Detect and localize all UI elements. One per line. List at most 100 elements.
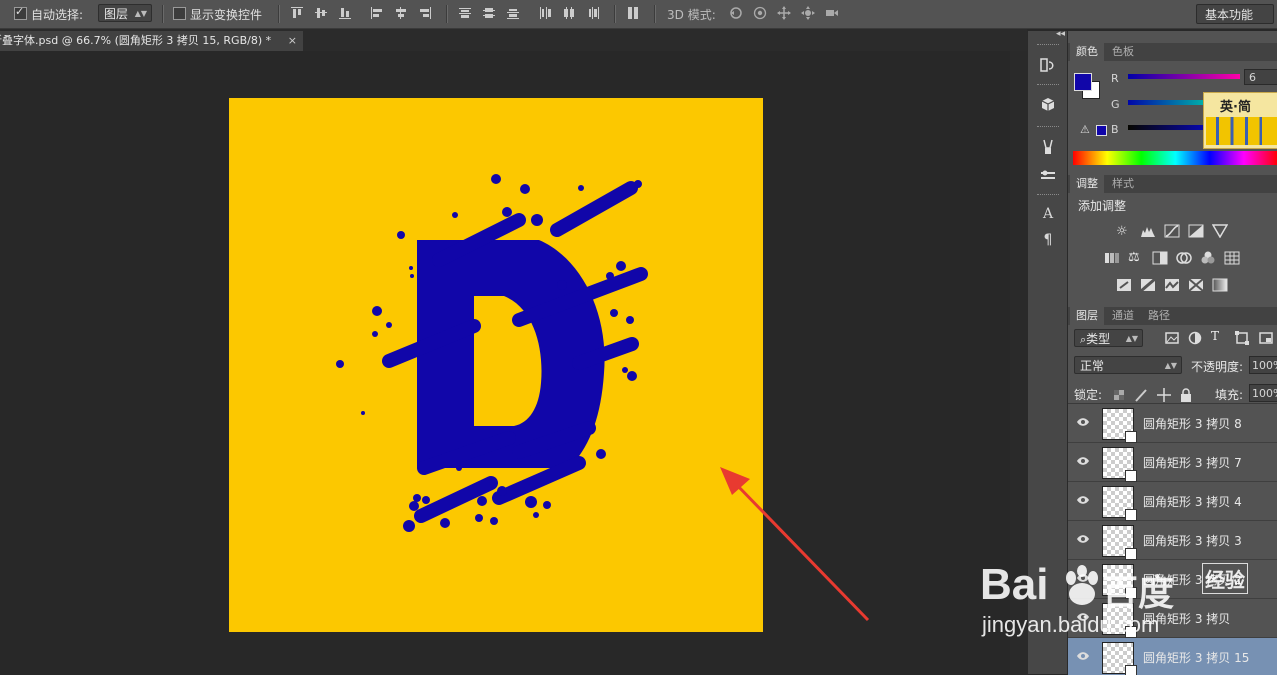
align-right-icon[interactable] xyxy=(418,6,432,20)
filter-adjustment-layers-icon[interactable] xyxy=(1187,331,1203,345)
character-icon[interactable]: A xyxy=(1039,206,1057,224)
filter-shape-layers-icon[interactable] xyxy=(1234,331,1250,345)
align-top-icon[interactable] xyxy=(290,6,304,20)
channel-mixer-icon[interactable] xyxy=(1200,251,1216,265)
auto-select-checkbox[interactable] xyxy=(14,5,27,20)
gradient-map-icon[interactable] xyxy=(1212,278,1228,292)
3d-cube-icon[interactable] xyxy=(1039,96,1057,114)
document-canvas[interactable] xyxy=(229,98,763,632)
opacity-input[interactable]: 100% xyxy=(1249,356,1277,374)
threshold-icon[interactable] xyxy=(1164,278,1180,292)
hue-saturation-icon[interactable] xyxy=(1104,251,1120,265)
visibility-eye-icon[interactable] xyxy=(1076,649,1090,663)
auto-align-icon[interactable] xyxy=(626,6,640,20)
history-icon[interactable] xyxy=(1039,56,1057,74)
baidu-jingyan-watermark: Bai 百度 jingyan.baidu.com 经验 xyxy=(980,560,1270,640)
posterize-icon[interactable] xyxy=(1140,278,1156,292)
tab-swatches[interactable]: 色板 xyxy=(1106,43,1140,61)
divider xyxy=(614,5,616,23)
visibility-eye-icon[interactable] xyxy=(1076,493,1090,507)
workspace-switcher[interactable]: 基本功能 xyxy=(1196,4,1274,24)
levels-icon[interactable] xyxy=(1140,224,1156,238)
grip[interactable] xyxy=(1037,194,1059,197)
color-lookup-icon[interactable] xyxy=(1224,251,1240,265)
invert-icon[interactable] xyxy=(1116,278,1132,292)
auto-select-target-dropdown[interactable]: 图层 ▲▼ xyxy=(98,4,152,22)
ad-popup[interactable]: 英·简 xyxy=(1203,92,1277,149)
layer-row[interactable]: 圆角矩形 3 拷贝 4 xyxy=(1068,482,1277,521)
curves-icon[interactable] xyxy=(1164,224,1180,238)
watermark-url: jingyan.baidu.com xyxy=(982,612,1160,637)
shape-layer-badge-icon xyxy=(1125,431,1137,443)
3d-mode-label: 3D 模式: xyxy=(667,8,716,22)
vibrance-icon[interactable] xyxy=(1212,224,1228,238)
layer-row[interactable]: 圆角矩形 3 拷贝 7 xyxy=(1068,443,1277,482)
brush-icon[interactable] xyxy=(1039,138,1057,156)
tab-adjustments[interactable]: 调整 xyxy=(1070,175,1104,193)
visibility-eye-icon[interactable] xyxy=(1076,532,1090,546)
brush-presets-icon[interactable] xyxy=(1039,166,1057,184)
layer-row[interactable]: 圆角矩形 3 拷贝 8 xyxy=(1068,404,1277,443)
channel-r-slider[interactable] xyxy=(1128,74,1240,79)
watermark-brand: Bai xyxy=(980,560,1049,609)
fill-input[interactable]: 100% xyxy=(1249,384,1277,402)
filter-smart-objects-icon[interactable] xyxy=(1258,331,1274,345)
lock-all-icon[interactable] xyxy=(1178,388,1194,402)
layer-row[interactable]: 圆角矩形 3 拷贝 3 xyxy=(1068,521,1277,560)
layer-filter-kind-dropdown[interactable]: ⌕类型 ▲▼ xyxy=(1074,329,1143,347)
visibility-eye-icon[interactable] xyxy=(1076,415,1090,429)
layer-name: 圆角矩形 3 拷贝 15 xyxy=(1143,651,1250,665)
streak xyxy=(550,181,638,237)
visibility-eye-icon[interactable] xyxy=(1076,454,1090,468)
align-vcenter-icon[interactable] xyxy=(314,6,328,20)
lock-position-icon[interactable] xyxy=(1156,388,1172,402)
collapse-panels-icon[interactable]: ◂◂ xyxy=(1056,29,1065,39)
3d-slide-icon[interactable] xyxy=(801,6,815,20)
tab-color[interactable]: 颜色 xyxy=(1070,43,1104,61)
fill-label: 填充: xyxy=(1215,388,1244,402)
paragraph-icon[interactable]: ¶ xyxy=(1039,232,1057,250)
filter-type-layers-icon[interactable]: T xyxy=(1211,329,1227,343)
blend-mode-dropdown[interactable]: 正常 ▲▼ xyxy=(1074,356,1182,374)
3d-rotate-icon[interactable] xyxy=(729,6,743,20)
align-bottom-icon[interactable] xyxy=(338,6,352,20)
3d-pan-icon[interactable] xyxy=(777,6,791,20)
color-spectrum-ramp[interactable] xyxy=(1073,151,1277,165)
color-balance-icon[interactable]: ⚖ xyxy=(1128,250,1144,265)
tab-channels[interactable]: 通道 xyxy=(1106,307,1140,325)
3d-scale-icon[interactable] xyxy=(825,6,839,20)
exposure-icon[interactable] xyxy=(1188,224,1204,238)
distribute-hcenter-icon[interactable] xyxy=(562,6,576,20)
distribute-left-icon[interactable] xyxy=(538,6,552,20)
grip[interactable] xyxy=(1037,84,1059,87)
align-hcenter-icon[interactable] xyxy=(394,6,408,20)
lock-image-pixels-icon[interactable] xyxy=(1134,388,1150,402)
distribute-right-icon[interactable] xyxy=(586,6,600,20)
brightness-contrast-icon[interactable]: ☼ xyxy=(1116,224,1132,239)
align-left-icon[interactable] xyxy=(370,6,384,20)
3d-roll-icon[interactable] xyxy=(753,6,767,20)
grip[interactable] xyxy=(1037,126,1059,129)
add-adjustment-title: 添加调整 xyxy=(1078,199,1127,213)
document-tab[interactable]: 折叠字体.psd @ 66.7% (圆角矩形 3 拷贝 15, RGB/8) *… xyxy=(0,31,303,51)
show-transform-checkbox[interactable] xyxy=(173,7,186,20)
tab-styles[interactable]: 样式 xyxy=(1106,175,1140,193)
distribute-top-icon[interactable] xyxy=(458,6,472,20)
lock-transparent-pixels-icon[interactable] xyxy=(1112,388,1128,402)
selective-color-icon[interactable] xyxy=(1188,278,1204,292)
channel-r-input[interactable]: 6 xyxy=(1244,69,1277,85)
tab-paths[interactable]: 路径 xyxy=(1142,307,1176,325)
grip[interactable] xyxy=(1037,44,1059,47)
tab-layers[interactable]: 图层 xyxy=(1070,307,1104,325)
photo-filter-icon[interactable] xyxy=(1176,251,1192,265)
web-safe-color-swatch[interactable] xyxy=(1096,125,1107,136)
opacity-label: 不透明度: xyxy=(1191,360,1244,374)
filter-pixel-layers-icon[interactable] xyxy=(1164,331,1180,345)
foreground-color-swatch[interactable] xyxy=(1074,73,1092,91)
distribute-vcenter-icon[interactable] xyxy=(482,6,496,20)
layer-filter-kind-value: 类型 xyxy=(1086,332,1111,346)
close-tab-icon[interactable]: × xyxy=(288,31,297,51)
layer-row-selected[interactable]: 圆角矩形 3 拷贝 15 xyxy=(1068,638,1277,675)
black-white-icon[interactable] xyxy=(1152,251,1168,265)
distribute-bottom-icon[interactable] xyxy=(506,6,520,20)
